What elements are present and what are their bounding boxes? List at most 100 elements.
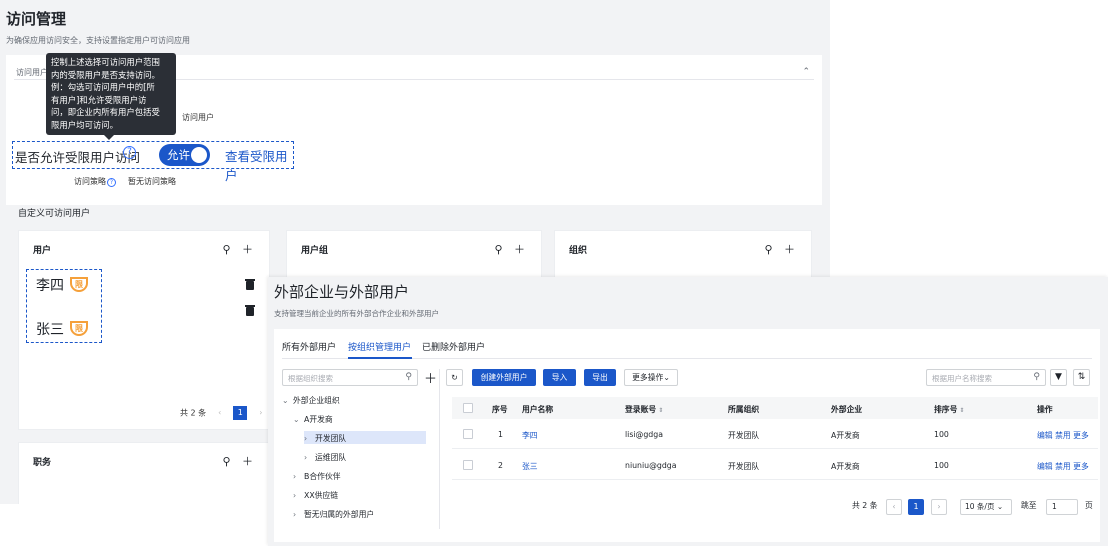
import-button[interactable]: 导入: [543, 369, 576, 386]
caret-right-icon[interactable]: ›: [293, 510, 304, 519]
row-actions[interactable]: 编辑 禁用 更多: [1037, 461, 1089, 472]
policy-help-icon[interactable]: ?: [107, 178, 116, 187]
jump-page-input[interactable]: 1: [1046, 499, 1078, 515]
tree-node[interactable]: ⌄ A开发商: [293, 414, 333, 425]
toggle-knob: [191, 147, 207, 163]
export-button[interactable]: 导出: [584, 369, 616, 386]
trash-icon[interactable]: [245, 279, 255, 290]
tree-node[interactable]: › XX供应链: [293, 490, 338, 501]
sort-icon[interactable]: ⇕: [959, 407, 964, 414]
caret-right-icon[interactable]: ›: [293, 472, 304, 481]
allow-restricted-toggle[interactable]: 允许: [159, 144, 210, 166]
caret-right-icon[interactable]: ›: [304, 434, 315, 443]
cell-account: niuniu@gdga: [625, 461, 677, 470]
page-title: 访问管理: [6, 10, 67, 28]
refresh-icon[interactable]: ↻: [446, 369, 463, 386]
caret-down-icon[interactable]: ⌄: [293, 415, 304, 424]
next-page-button[interactable]: ›: [254, 406, 268, 420]
panel-title: 组织: [569, 246, 588, 256]
active-tab-indicator: [348, 357, 412, 359]
row-checkbox[interactable]: [463, 460, 473, 470]
tree-node-label: B合作伙伴: [304, 472, 341, 481]
page-subtitle: 为确保应用访问安全，支持设置指定用户可访问应用: [6, 36, 190, 45]
search-placeholder: 根据组织搜索: [288, 374, 333, 383]
tooltip-line: 例：勾选可访问用户中的[所: [51, 82, 155, 92]
tree-node[interactable]: ⌄ 外部企业组织: [282, 395, 340, 406]
caret-right-icon[interactable]: ›: [293, 491, 304, 500]
cell-account: lisi@gdga: [625, 430, 663, 439]
column-header[interactable]: 排序号 ⇕: [934, 404, 964, 415]
page-title: 外部企业与外部用户: [274, 283, 410, 301]
column-header-label: 排序号: [934, 405, 958, 414]
prev-page-button[interactable]: ‹: [886, 499, 902, 515]
tree-node[interactable]: › B合作伙伴: [293, 471, 341, 482]
view-restricted-users-link[interactable]: 查看受限用户: [225, 146, 293, 184]
page-button[interactable]: 1: [908, 499, 924, 515]
tree-node-label: A开发商: [304, 415, 333, 424]
panel-title: 用户: [33, 246, 52, 256]
search-add-icons[interactable]: ⚲ ＋: [222, 453, 257, 469]
prev-page-button[interactable]: ‹: [213, 406, 227, 420]
total-count: 共 2 条: [180, 408, 207, 418]
chevron-down-icon: ⌄: [996, 502, 1004, 511]
add-org-icon[interactable]: ＋: [424, 368, 437, 387]
restricted-badge-icon: 限: [70, 321, 88, 336]
search-add-icons[interactable]: ⚲ ＋: [222, 241, 257, 257]
column-header[interactable]: 登录账号 ⇕: [625, 404, 663, 415]
column-header: 外部企业: [831, 405, 863, 414]
tooltip-line: 限用户均可访问。: [51, 119, 118, 130]
caret-down-icon[interactable]: ⌄: [282, 396, 293, 405]
chevron-down-icon: ⌄: [663, 373, 670, 382]
column-header: 操作: [1037, 405, 1053, 414]
tab-deleted-users[interactable]: 已删除外部用户: [422, 340, 485, 353]
create-external-user-button[interactable]: 创建外部用户: [472, 369, 536, 386]
row-actions[interactable]: 编辑 禁用 更多: [1037, 430, 1089, 441]
tree-node-label: XX供应链: [304, 491, 339, 500]
search-icon[interactable]: ⚲: [1033, 372, 1040, 382]
trash-icon[interactable]: [245, 305, 255, 316]
user-name-link[interactable]: 张三: [522, 461, 538, 472]
sort-icon[interactable]: ⇅: [1073, 369, 1090, 386]
cell-no: 2: [498, 461, 503, 470]
total-count: 共 2 条: [852, 501, 878, 510]
column-header-label: 登录账号: [625, 405, 657, 414]
filter-icon[interactable]: ▼: [1050, 369, 1067, 386]
page-subtitle: 支持管理当前企业的所有外部合作企业和外部用户: [274, 309, 439, 318]
access-policy-row: 访问策略? 暂无访问策略: [74, 176, 176, 187]
search-add-icons[interactable]: ⚲ ＋: [494, 241, 529, 257]
tooltip-line: 控制上述选择可访问用户范围: [51, 57, 160, 67]
tree-node-label: 暂无归属的外部用户: [304, 510, 375, 519]
search-add-icons[interactable]: ⚲ ＋: [764, 241, 799, 257]
search-icon[interactable]: ⚲: [405, 372, 412, 382]
chevron-up-icon[interactable]: ⌃: [802, 67, 810, 77]
tab-all-external-users[interactable]: 所有外部用户: [282, 340, 336, 353]
help-icon[interactable]: ?: [123, 146, 136, 159]
more-actions-label: 更多操作: [632, 373, 664, 382]
user-search-input[interactable]: 根据用户名称搜索 ⚲: [926, 369, 1046, 386]
user-name-link[interactable]: 李四: [522, 430, 538, 441]
more-actions-dropdown[interactable]: 更多操作⌄: [624, 369, 678, 386]
tree-node[interactable]: › 运维团队: [304, 452, 346, 463]
next-page-button[interactable]: ›: [931, 499, 947, 515]
tree-node[interactable]: › 暂无归属的外部用户: [293, 509, 374, 520]
background: [0, 504, 268, 546]
custom-users-title: 自定义可访问用户: [18, 209, 91, 219]
page-button[interactable]: 1: [233, 406, 248, 420]
org-search-input[interactable]: 根据组织搜索 ⚲: [282, 369, 418, 386]
user-pagination: 共 2 条 ‹ 1 ›: [180, 406, 268, 420]
cell-company: A开发商: [831, 431, 860, 440]
card-header: 访问用户: [16, 68, 48, 77]
column-header: 所属组织: [728, 405, 760, 414]
row-checkbox[interactable]: [463, 429, 473, 439]
caret-right-icon[interactable]: ›: [304, 453, 315, 462]
select-all-checkbox[interactable]: [463, 403, 473, 413]
sort-icon[interactable]: ⇕: [658, 407, 663, 414]
tab-by-organization[interactable]: 按组织管理用户: [348, 340, 411, 353]
cell-org: 开发团队: [728, 431, 760, 440]
page-size-value: 10 条/页: [965, 502, 995, 511]
tree-node-label: 外部企业组织: [293, 396, 340, 405]
tree-node-selected[interactable]: › 开发团队: [304, 431, 426, 444]
restricted-access-tooltip: 控制上述选择可访问用户范围 内的受限用户是否支持访问。 例：勾选可访问用户中的[…: [46, 53, 176, 140]
page-size-select[interactable]: 10 条/页 ⌄: [960, 499, 1012, 515]
external-users-window: 外部企业与外部用户 支持管理当前企业的所有外部合作企业和外部用户 所有外部用户 …: [268, 277, 1108, 546]
